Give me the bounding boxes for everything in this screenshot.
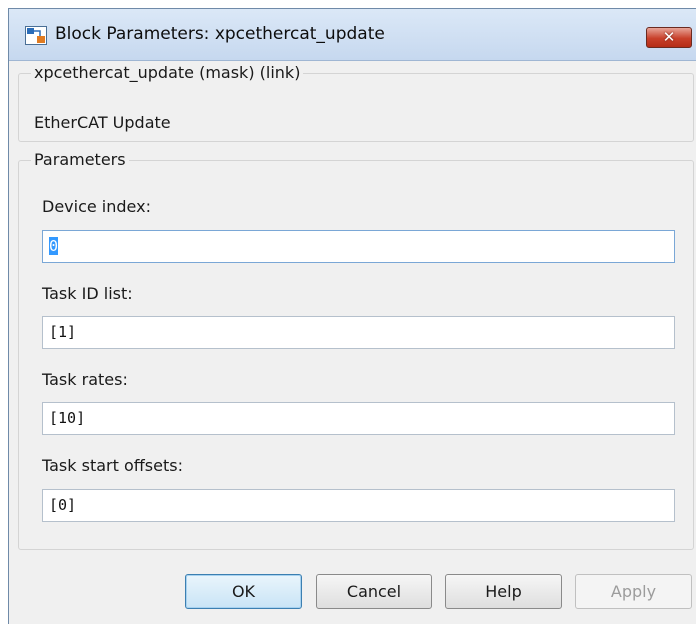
close-icon: ✕	[662, 28, 676, 46]
task-id-list-value: [1]	[49, 323, 77, 341]
parameters-group-title: Parameters	[31, 150, 129, 169]
simulink-app-icon	[25, 26, 47, 45]
task-rates-field[interactable]: [10]	[42, 402, 675, 435]
block-description: EtherCAT Update	[34, 113, 171, 132]
block-parameters-dialog: Block Parameters: xpcethercat_update ✕ x…	[8, 8, 696, 624]
task-rates-value: [10]	[49, 409, 86, 427]
task-start-offsets-field[interactable]: [0]	[42, 489, 675, 522]
close-button[interactable]: ✕	[646, 27, 692, 48]
help-button[interactable]: Help	[445, 574, 562, 609]
device-index-label: Device index:	[42, 197, 151, 216]
task-start-offsets-value: [0]	[49, 496, 77, 514]
task-id-list-field[interactable]: [1]	[42, 316, 675, 349]
device-index-field[interactable]: 0	[42, 230, 675, 263]
title-bar[interactable]: Block Parameters: xpcethercat_update ✕	[9, 9, 696, 61]
cancel-button[interactable]: Cancel	[316, 574, 432, 609]
task-start-offsets-label: Task start offsets:	[42, 456, 183, 475]
task-rates-label: Task rates:	[42, 370, 128, 389]
ok-button[interactable]: OK	[185, 574, 302, 609]
block-group-title: xpcethercat_update (mask) (link)	[31, 63, 304, 82]
task-id-list-label: Task ID list:	[42, 284, 133, 303]
window-title: Block Parameters: xpcethercat_update	[55, 24, 385, 44]
apply-button: Apply	[575, 574, 692, 609]
device-index-value: 0	[49, 237, 59, 255]
